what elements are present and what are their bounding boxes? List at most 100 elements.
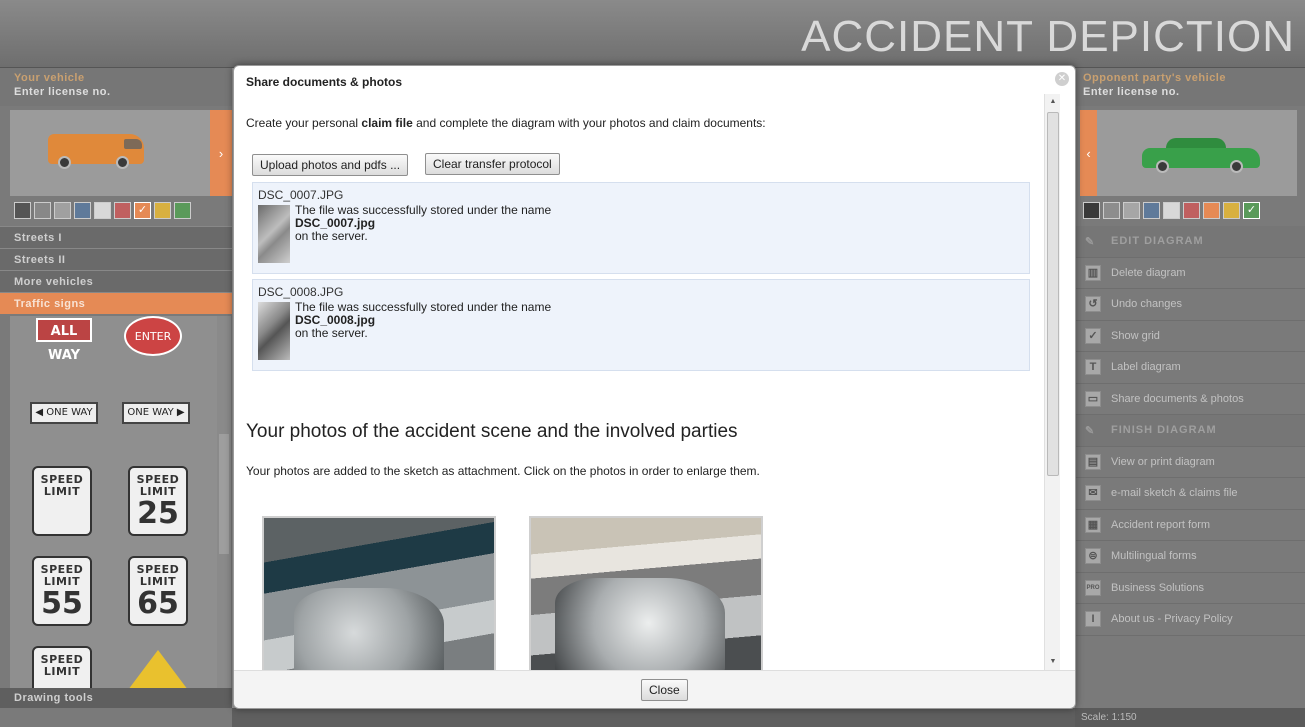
van-icon (48, 130, 158, 169)
sign-enter[interactable]: ENTER (124, 316, 182, 356)
opponent-color-swatch[interactable] (1183, 202, 1200, 219)
own-color-swatch[interactable] (54, 202, 71, 219)
sign-speed-limit-55[interactable]: SPEED LIMIT 55 (32, 556, 92, 626)
opponent-vehicle-title: Opponent party's vehicle (1083, 72, 1226, 84)
own-vehicle-preview[interactable] (10, 110, 210, 196)
dialog-footer: Close (234, 670, 1075, 708)
uploaded-file-item: DSC_0008.JPG The file was successfully s… (252, 279, 1030, 371)
globe-icon: ⊜ (1085, 548, 1101, 565)
opponent-color-swatch[interactable] (1223, 202, 1240, 219)
dialog-scrollbar[interactable]: ▲ ▼ (1044, 94, 1060, 670)
sign-pedestrian-warning[interactable] (128, 650, 188, 688)
menu-item-label: Business Solutions (1111, 581, 1204, 594)
opponent-vehicle-preview[interactable] (1097, 110, 1297, 196)
file-status-message: The file was successfully stored under t… (295, 300, 552, 340)
undo-icon: ↺ (1085, 296, 1101, 313)
own-color-palette: ✓ (14, 202, 191, 219)
opponent-license-field[interactable]: Enter license no. (1083, 86, 1297, 98)
opponent-color-swatch[interactable] (1103, 202, 1120, 219)
sign-all-way[interactable]: ALL WAY (36, 318, 92, 363)
scroll-up-arrow[interactable]: ▲ (1045, 94, 1061, 110)
scrollbar-thumb[interactable] (1047, 112, 1059, 476)
file-thumbnail[interactable] (258, 205, 290, 263)
drawing-tools-tab[interactable]: Drawing tools (0, 688, 232, 708)
menu-item-label: Undo changes (1111, 298, 1182, 311)
own-license-field[interactable]: Enter license no. (14, 86, 218, 98)
opponent-color-palette: ✓ (1083, 202, 1260, 219)
own-color-swatch[interactable] (174, 202, 191, 219)
close-button[interactable]: Close (641, 679, 688, 701)
menu-item-label: Accident report form (1111, 518, 1211, 531)
sign-one-way-right[interactable]: ONE WAY ▶ (122, 402, 190, 424)
right-panel: Opponent party's vehicle Enter license n… (1075, 68, 1305, 727)
info-icon: I (1085, 611, 1101, 628)
traffic-sign-library: ALL WAY ENTER ◀ ONE WAY ONE WAY ▶ SPEED … (10, 316, 218, 688)
opponent-vehicle-prev-arrow[interactable]: ‹ (1080, 110, 1097, 196)
accident-photo-2[interactable] (529, 516, 763, 670)
menu-item-label: About us - Privacy Policy (1111, 613, 1233, 626)
scrollbar-thumb[interactable] (219, 434, 229, 554)
own-color-swatch[interactable] (74, 202, 91, 219)
app-header: ACCIDENT DEPICTION (0, 0, 1305, 68)
own-color-swatch[interactable] (14, 202, 31, 219)
file-thumbnail[interactable] (258, 302, 290, 360)
pencil-icon: ✎ (1085, 235, 1096, 248)
sign-speed-limit-25[interactable]: SPEED LIMIT 25 (128, 466, 188, 536)
file-status-message: The file was successfully stored under t… (295, 203, 552, 243)
own-vehicle-next-arrow[interactable]: › (210, 110, 232, 196)
folder-icon: ▭ (1085, 390, 1101, 407)
menu-item-e-mail-sketch-claims-file[interactable]: ✉ e-mail sketch & claims file (1075, 478, 1305, 510)
category-streets-i[interactable]: Streets I (0, 226, 232, 248)
photos-description: Your photos are added to the sketch as a… (246, 464, 760, 478)
sign-speed-limit[interactable]: SPEED LIMIT (32, 466, 92, 536)
menu-item-delete-diagram[interactable]: ▥ Delete diagram (1075, 258, 1305, 289)
trash-icon: ▥ (1085, 264, 1101, 281)
menu-item-undo-changes[interactable]: ↺ Undo changes (1075, 289, 1305, 321)
menu-item-show-grid[interactable]: ✓ Show grid (1075, 321, 1305, 352)
accident-photo-1[interactable] (262, 516, 496, 670)
opponent-color-swatch[interactable] (1143, 202, 1160, 219)
clear-transfer-protocol-button[interactable]: Clear transfer protocol (425, 153, 560, 175)
menu-item-label: Multilingual forms (1111, 550, 1197, 563)
mail-icon: ✉ (1085, 485, 1101, 502)
opponent-color-swatch[interactable] (1123, 202, 1140, 219)
action-menu: ✎ EDIT DIAGRAM ▥ Delete diagram ↺ Undo chang… (1075, 226, 1305, 636)
sign-one-way-left[interactable]: ◀ ONE WAY (30, 402, 98, 424)
menu-item-accident-report-form[interactable]: ▦ Accident report form (1075, 510, 1305, 541)
own-color-swatch[interactable] (34, 202, 51, 219)
file-name: DSC_0008.JPG (258, 285, 344, 299)
own-vehicle-header: Your vehicle Enter license no. (0, 68, 232, 106)
menu-item-about-us-privacy-policy[interactable]: I About us - Privacy Policy (1075, 604, 1305, 636)
menu-item-view-or-print-diagram[interactable]: ▤ View or print diagram (1075, 447, 1305, 478)
menu-item-label: Share documents & photos (1111, 392, 1244, 405)
own-color-swatch[interactable] (154, 202, 171, 219)
menu-item-multilingual-forms[interactable]: ⊜ Multilingual forms (1075, 541, 1305, 573)
car-icon (1142, 138, 1262, 173)
opponent-color-swatch[interactable] (1083, 202, 1100, 219)
menu-item-share-documents-photos[interactable]: ▭ Share documents & photos (1075, 384, 1305, 415)
upload-button[interactable]: Upload photos and pdfs ... (252, 154, 409, 176)
intro-text: Create your personal claim file and comp… (246, 116, 766, 130)
category-more-vehicles[interactable]: More vehicles (0, 270, 232, 292)
opponent-color-swatch[interactable] (1203, 202, 1220, 219)
sign-library-scrollbar[interactable] (217, 316, 231, 688)
own-color-swatch[interactable] (114, 202, 131, 219)
sign-speed-limit-partial[interactable]: SPEED LIMIT (32, 646, 92, 688)
scroll-down-arrow[interactable]: ▼ (1045, 654, 1061, 670)
own-color-swatch[interactable] (94, 202, 111, 219)
opponent-color-swatch[interactable] (1163, 202, 1180, 219)
finish-diagram-section: ✎ FINISH DIAGRAM (1075, 415, 1305, 447)
menu-item-business-solutions[interactable]: PRO Business Solutions (1075, 573, 1305, 604)
left-category-menu: Streets I Streets II More vehicles Traffic … (0, 226, 232, 314)
category-traffic-signs[interactable]: Traffic signs (0, 292, 232, 314)
menu-item-label: View or print diagram (1111, 455, 1215, 468)
dialog-content: Create your personal claim file and comp… (242, 94, 1056, 670)
edit-diagram-section: ✎ EDIT DIAGRAM (1075, 226, 1305, 258)
checkbox-icon: ✓ (1085, 327, 1101, 344)
category-streets-ii[interactable]: Streets II (0, 248, 232, 270)
opponent-color-swatch[interactable]: ✓ (1243, 202, 1260, 219)
sign-speed-limit-65[interactable]: SPEED LIMIT 65 (128, 556, 188, 626)
menu-item-label-diagram[interactable]: T Label diagram (1075, 352, 1305, 384)
own-color-swatch[interactable]: ✓ (134, 202, 151, 219)
close-icon[interactable]: ✕ (1055, 72, 1069, 86)
